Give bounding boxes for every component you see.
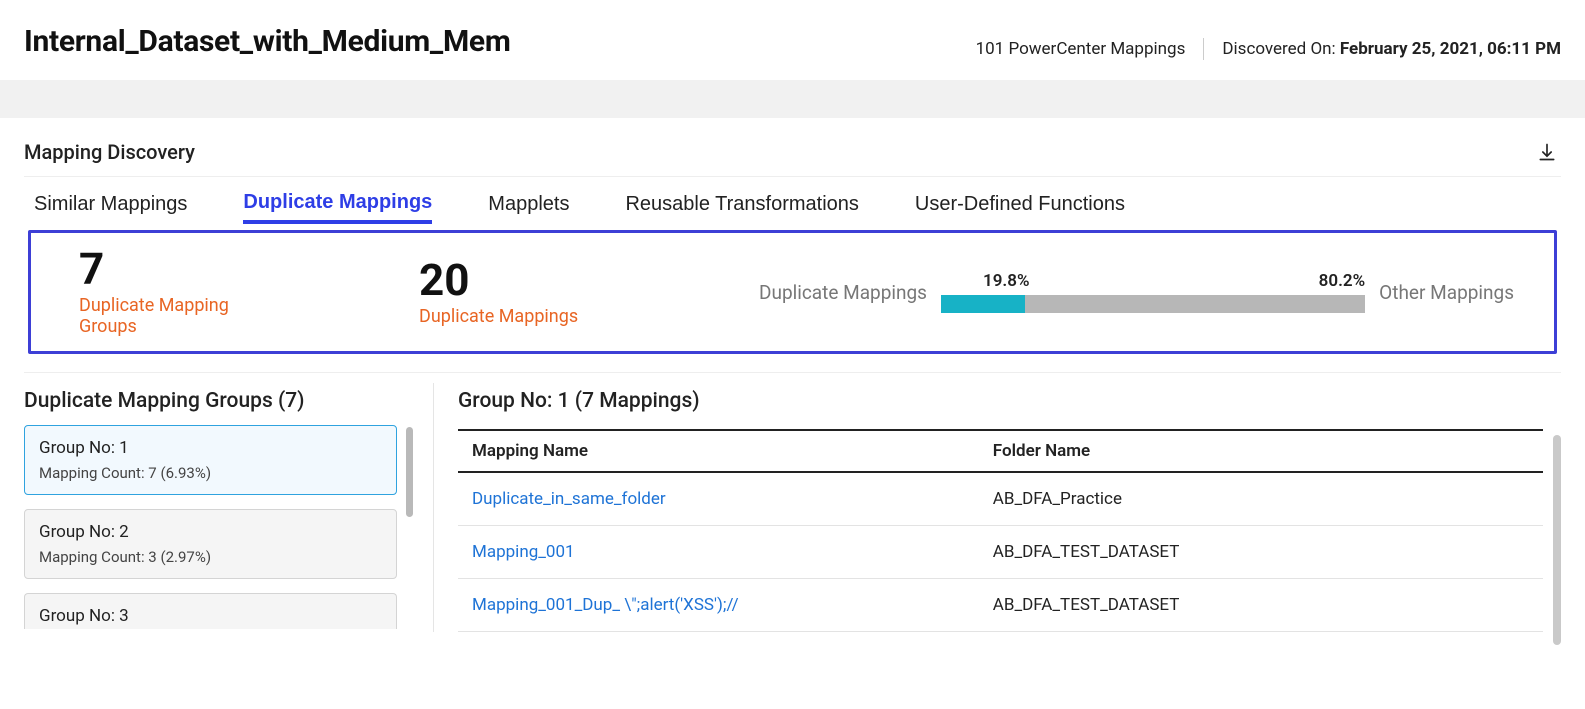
group-item[interactable]: Group No: 1 Mapping Count: 7 (6.93%) [24, 425, 397, 495]
divider-band [0, 80, 1585, 118]
download-button[interactable] [1533, 138, 1561, 166]
group-list: Group No: 1Mapping Count: 7 (6.93%)Group… [24, 425, 413, 629]
mapping-link[interactable]: Mapping_001 [472, 542, 575, 562]
tab-similar-mappings[interactable]: Similar Mappings [34, 187, 187, 224]
cell-mapping-name: Mapping_001 [458, 526, 979, 579]
group-name: Group No: 2 [39, 522, 382, 542]
discovered-label: Discovered On: [1222, 39, 1340, 59]
tab-reusable-transformations[interactable]: Reusable Transformations [625, 187, 858, 224]
page-title: Internal_Dataset_with_Medium_Mem [24, 24, 511, 59]
group-name: Group No: 1 [39, 438, 382, 458]
chart-bar [941, 295, 1365, 313]
stat-value: 20 [419, 258, 759, 302]
chart-percents: 19.8% 80.2% [941, 271, 1365, 291]
mappings-table: Mapping Name Folder Name Duplicate_in_sa… [458, 429, 1543, 632]
table-row: Mapping_001 AB_DFA_TEST_DATASET [458, 526, 1543, 579]
tab-mapplets[interactable]: Mapplets [488, 187, 569, 224]
tab-duplicate-mappings[interactable]: Duplicate Mappings [243, 187, 432, 224]
spacer [1030, 271, 1319, 291]
group-item[interactable]: Group No: 3 [24, 593, 397, 629]
scrollbar[interactable] [1553, 435, 1561, 645]
col-folder-name: Folder Name [979, 430, 1543, 472]
section-header: Mapping Discovery [24, 132, 1561, 177]
chart-left-label: Duplicate Mappings [759, 281, 927, 304]
stat-label: Duplicate Mapping Groups [79, 295, 279, 337]
stat-value: 7 [79, 247, 419, 291]
chart-pct-other: 80.2% [1319, 271, 1366, 291]
split-pane: Duplicate Mapping Groups (7) Group No: 1… [24, 383, 1561, 632]
cell-mapping-name: Duplicate_in_same_folder [458, 472, 979, 526]
discovered-on: Discovered On: February 25, 2021, 06:11 … [1222, 39, 1561, 59]
discovered-value: February 25, 2021, 06:11 PM [1340, 39, 1561, 59]
mapping-link[interactable]: Mapping_001_Dup_ \";alert('XSS');// [472, 595, 739, 615]
right-pane-title: Group No: 1 (7 Mappings) [458, 383, 1561, 429]
col-mapping-name: Mapping Name [458, 430, 979, 472]
chart-bar-wrap: 19.8% 80.2% [941, 271, 1365, 313]
bar-segment-other [1025, 295, 1365, 313]
section-divider [24, 372, 1561, 373]
page-header: Internal_Dataset_with_Medium_Mem 101 Pow… [0, 0, 1585, 80]
table-row: Duplicate_in_same_folder AB_DFA_Practice [458, 472, 1543, 526]
chart-right-label: Other Mappings [1379, 281, 1514, 304]
table-row: Mapping_001_Dup_ \";alert('XSS');// AB_DF… [458, 579, 1543, 632]
cell-mapping-name: Mapping_001_Dup_ \";alert('XSS');// [458, 579, 979, 632]
tabs: Similar Mappings Duplicate Mappings Mapple… [24, 177, 1561, 224]
left-pane-title: Duplicate Mapping Groups (7) [24, 383, 413, 425]
cell-folder-name: AB_DFA_TEST_DATASET [979, 526, 1543, 579]
table-header-row: Mapping Name Folder Name [458, 430, 1543, 472]
group-name: Group No: 3 [39, 606, 382, 626]
download-icon [1537, 142, 1557, 162]
group-item[interactable]: Group No: 2 Mapping Count: 3 (2.97%) [24, 509, 397, 579]
section-title: Mapping Discovery [24, 140, 195, 164]
chart-area: Duplicate Mappings 19.8% 80.2% Other Map… [759, 271, 1514, 313]
left-pane: Duplicate Mapping Groups (7) Group No: 1… [24, 383, 434, 632]
scrollbar[interactable] [406, 427, 413, 517]
stat-duplicate-groups: 7 Duplicate Mapping Groups [79, 247, 419, 337]
tab-user-defined-functions[interactable]: User-Defined Functions [915, 187, 1125, 224]
group-sub: Mapping Count: 3 (2.97%) [39, 548, 382, 566]
bar-segment-duplicate [941, 295, 1025, 313]
header-meta: 101 PowerCenter Mappings Discovered On: … [976, 24, 1561, 60]
stat-label: Duplicate Mappings [419, 306, 619, 327]
meta-divider [1203, 38, 1204, 60]
stat-duplicate-mappings: 20 Duplicate Mappings [419, 258, 759, 327]
mapping-link[interactable]: Duplicate_in_same_folder [472, 489, 666, 509]
cell-folder-name: AB_DFA_TEST_DATASET [979, 579, 1543, 632]
cell-folder-name: AB_DFA_Practice [979, 472, 1543, 526]
chart-pct-duplicate: 19.8% [983, 271, 1030, 291]
summary-card: 7 Duplicate Mapping Groups 20 Duplicate … [28, 230, 1557, 354]
mappings-count: 101 PowerCenter Mappings [976, 39, 1186, 59]
group-sub: Mapping Count: 7 (6.93%) [39, 464, 382, 482]
right-pane: Group No: 1 (7 Mappings) Mapping Name Fo… [434, 383, 1561, 632]
